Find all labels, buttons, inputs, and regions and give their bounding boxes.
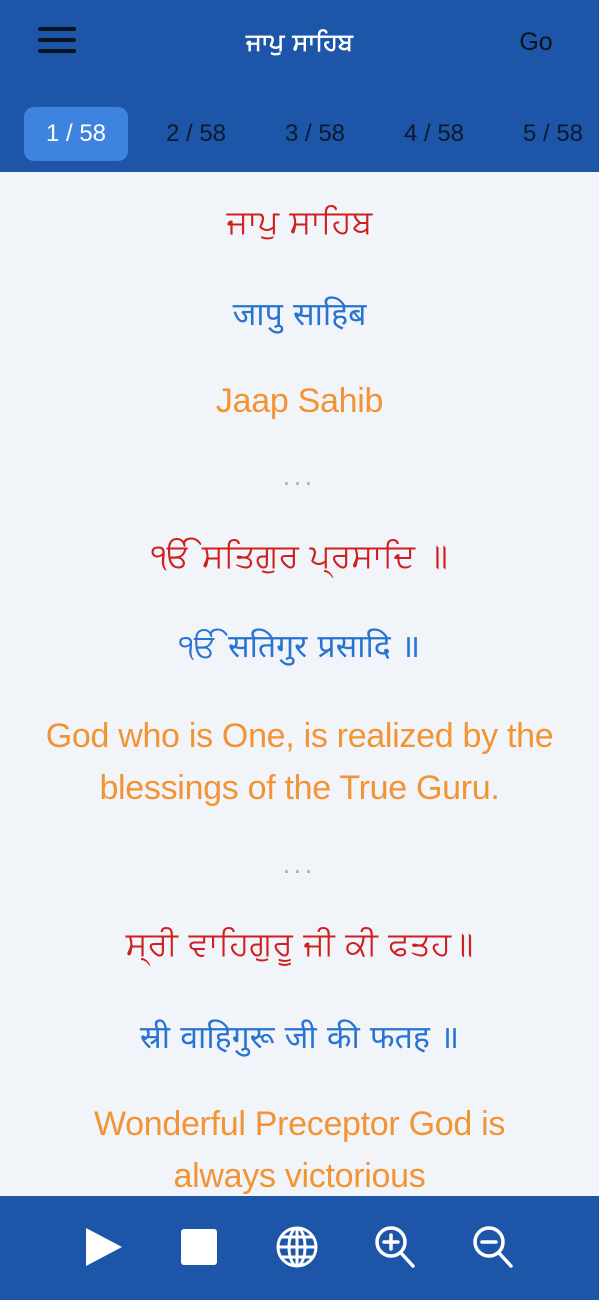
verse-1-hindi: जापु साहिब: [232, 295, 367, 333]
separator-1: ...: [283, 466, 316, 491]
language-button[interactable]: [270, 1220, 324, 1274]
verse-2-hindi: ੴ सतिगुर प्रसादि ॥: [178, 627, 421, 665]
tab-page-2[interactable]: 2 / 58: [144, 107, 248, 161]
page-tabs: 1 / 58 2 / 58 3 / 58 4 / 58 5 / 58: [0, 107, 599, 161]
verse-2-english-line-1: God who is One, is realized by the: [45, 717, 554, 755]
tab-page-3[interactable]: 3 / 58: [263, 107, 367, 161]
verse-1-english: Jaap Sahib: [215, 382, 384, 420]
verse-3-english-line-2: always victorious: [173, 1157, 426, 1195]
separator-2: ...: [283, 854, 316, 879]
verse-3-hindi: स्री वाहिगुरू जी की फतह ॥: [139, 1018, 460, 1056]
zoom-out-button[interactable]: [466, 1220, 520, 1274]
play-icon: [86, 1228, 122, 1266]
tab-page-5[interactable]: 5 / 58: [501, 107, 599, 161]
verse-2-gurmukhi: ੴ ਸਤਿਗੁਰ ਪ੍ਰਸਾਦਿ ॥: [151, 536, 448, 575]
zoom-in-icon: [375, 1226, 415, 1268]
tab-page-1[interactable]: 1 / 58: [24, 107, 128, 161]
page-title: ਜਾਪੁ ਸਾਹਿਬ: [246, 28, 353, 56]
hamburger-menu-icon[interactable]: [38, 27, 78, 55]
zoom-in-button[interactable]: [368, 1220, 422, 1274]
stop-icon: [181, 1229, 217, 1265]
verse-3-gurmukhi: ਸ੍ਰੀ ਵਾਹਿਗੁਰੂ ਜੀ ਕੀ ਫਤਹ॥: [125, 924, 474, 963]
play-button[interactable]: [76, 1220, 130, 1274]
globe-icon: [276, 1226, 318, 1268]
top-bar: ਜਾਪੁ ਸਾਹਿਬ Go 1 / 58 2 / 58 3 / 58 4 / 5…: [0, 0, 599, 172]
verse-scroll-area[interactable]: ਜਾਪੁ ਸਾਹਿਬ जापु साहिब Jaap Sahib ... ੴ ਸ…: [0, 172, 599, 1196]
verse-2-english-line-2: blessings of the True Guru.: [99, 769, 500, 807]
verse-1-gurmukhi: ਜਾਪੁ ਸਾਹਿਬ: [226, 202, 373, 241]
stop-button[interactable]: [172, 1220, 226, 1274]
go-button[interactable]: Go: [504, 22, 568, 62]
zoom-out-icon: [473, 1226, 513, 1268]
verse-3-english-line-1: Wonderful Preceptor God is: [93, 1105, 506, 1143]
bottom-toolbar: [0, 1196, 599, 1300]
tab-page-4[interactable]: 4 / 58: [382, 107, 486, 161]
